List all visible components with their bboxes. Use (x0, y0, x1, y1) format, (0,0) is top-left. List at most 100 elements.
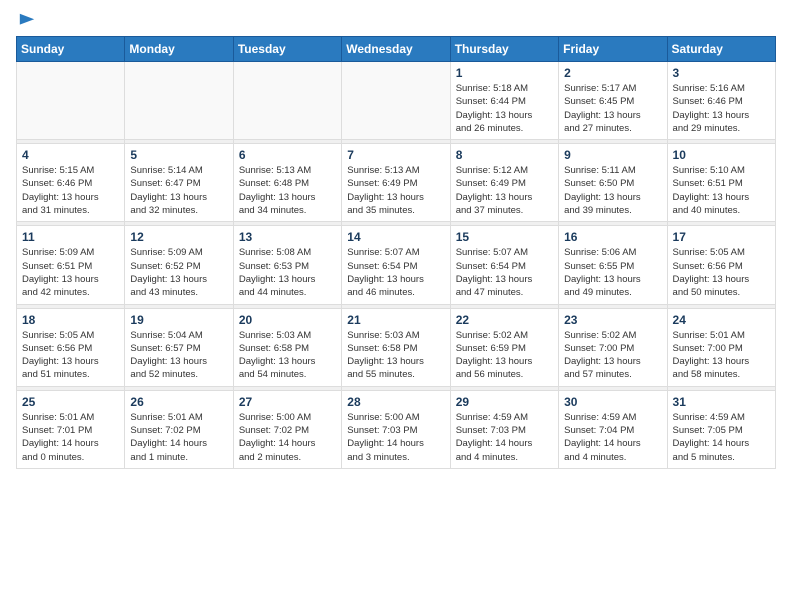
calendar-cell: 1Sunrise: 5:18 AM Sunset: 6:44 PM Daylig… (450, 62, 558, 140)
day-info: Sunrise: 5:05 AM Sunset: 6:56 PM Dayligh… (673, 246, 770, 299)
day-info: Sunrise: 5:16 AM Sunset: 6:46 PM Dayligh… (673, 82, 770, 135)
weekday-header: Wednesday (342, 37, 450, 62)
day-info: Sunrise: 4:59 AM Sunset: 7:03 PM Dayligh… (456, 411, 553, 464)
calendar-cell: 9Sunrise: 5:11 AM Sunset: 6:50 PM Daylig… (559, 144, 667, 222)
weekday-header-row: SundayMondayTuesdayWednesdayThursdayFrid… (17, 37, 776, 62)
calendar-week-row: 4 Sunrise: 5:15 AM Sunset: 6:46 PM Daylig… (17, 144, 776, 222)
calendar-cell: 28 Sunrise: 5:00 AM Sunset: 7:03 PM Dayli… (342, 390, 450, 468)
day-info: Sunrise: 5:12 AM Sunset: 6:49 PM Dayligh… (456, 164, 553, 217)
day-number: 17 (673, 230, 770, 244)
calendar-cell: 8 Sunrise: 5:12 AM Sunset: 6:49 PM Daylig… (450, 144, 558, 222)
weekday-header: Saturday (667, 37, 775, 62)
day-number: 14 (347, 230, 444, 244)
calendar-cell: 25Sunrise: 5:01 AM Sunset: 7:01 PM Dayli… (17, 390, 125, 468)
weekday-header: Friday (559, 37, 667, 62)
calendar-cell: 20 Sunrise: 5:03 AM Sunset: 6:58 PM Dayli… (233, 308, 341, 386)
day-number: 23 (564, 313, 661, 327)
day-info: Sunrise: 5:01 AM Sunset: 7:02 PM Dayligh… (130, 411, 227, 464)
day-info: Sunrise: 5:03 AM Sunset: 6:58 PM Dayligh… (347, 329, 444, 382)
day-info: Sunrise: 5:04 AM Sunset: 6:57 PM Dayligh… (130, 329, 227, 382)
logo (16, 16, 36, 26)
calendar-cell: 7 Sunrise: 5:13 AM Sunset: 6:49 PM Daylig… (342, 144, 450, 222)
day-number: 7 (347, 148, 444, 162)
calendar-table: SundayMondayTuesdayWednesdayThursdayFrid… (16, 36, 776, 469)
day-info: Sunrise: 5:00 AM Sunset: 7:03 PM Dayligh… (347, 411, 444, 464)
day-number: 22 (456, 313, 553, 327)
day-number: 19 (130, 313, 227, 327)
calendar-cell: 11 Sunrise: 5:09 AM Sunset: 6:51 PM Dayli… (17, 226, 125, 304)
weekday-header: Monday (125, 37, 233, 62)
day-info: Sunrise: 5:03 AM Sunset: 6:58 PM Dayligh… (239, 329, 336, 382)
day-number: 28 (347, 395, 444, 409)
calendar-cell: 15 Sunrise: 5:07 AM Sunset: 6:54 PM Dayli… (450, 226, 558, 304)
calendar-cell: 18 Sunrise: 5:05 AM Sunset: 6:56 PM Dayli… (17, 308, 125, 386)
day-info: Sunrise: 5:08 AM Sunset: 6:53 PM Dayligh… (239, 246, 336, 299)
day-number: 21 (347, 313, 444, 327)
day-number: 6 (239, 148, 336, 162)
page-header (16, 16, 776, 26)
day-info: Sunrise: 4:59 AM Sunset: 7:05 PM Dayligh… (673, 411, 770, 464)
calendar-cell: 13 Sunrise: 5:08 AM Sunset: 6:53 PM Dayli… (233, 226, 341, 304)
day-info: Sunrise: 5:13 AM Sunset: 6:49 PM Dayligh… (347, 164, 444, 217)
calendar-cell: 2Sunrise: 5:17 AM Sunset: 6:45 PM Daylig… (559, 62, 667, 140)
calendar-cell: 19 Sunrise: 5:04 AM Sunset: 6:57 PM Dayli… (125, 308, 233, 386)
day-number: 16 (564, 230, 661, 244)
calendar-cell: 24Sunrise: 5:01 AM Sunset: 7:00 PM Dayli… (667, 308, 775, 386)
day-number: 11 (22, 230, 119, 244)
calendar-cell: 12Sunrise: 5:09 AM Sunset: 6:52 PM Dayli… (125, 226, 233, 304)
day-info: Sunrise: 5:10 AM Sunset: 6:51 PM Dayligh… (673, 164, 770, 217)
day-number: 4 (22, 148, 119, 162)
calendar-cell: 23 Sunrise: 5:02 AM Sunset: 7:00 PM Dayli… (559, 308, 667, 386)
weekday-header: Sunday (17, 37, 125, 62)
day-info: Sunrise: 4:59 AM Sunset: 7:04 PM Dayligh… (564, 411, 661, 464)
calendar-cell (125, 62, 233, 140)
day-number: 3 (673, 66, 770, 80)
calendar-cell: 14 Sunrise: 5:07 AM Sunset: 6:54 PM Dayli… (342, 226, 450, 304)
day-info: Sunrise: 5:05 AM Sunset: 6:56 PM Dayligh… (22, 329, 119, 382)
calendar-cell: 30 Sunrise: 4:59 AM Sunset: 7:04 PM Dayli… (559, 390, 667, 468)
calendar-cell (233, 62, 341, 140)
calendar-cell: 27 Sunrise: 5:00 AM Sunset: 7:02 PM Dayli… (233, 390, 341, 468)
day-number: 27 (239, 395, 336, 409)
weekday-header: Thursday (450, 37, 558, 62)
calendar-cell: 4 Sunrise: 5:15 AM Sunset: 6:46 PM Daylig… (17, 144, 125, 222)
calendar-cell: 31 Sunrise: 4:59 AM Sunset: 7:05 PM Dayli… (667, 390, 775, 468)
day-number: 12 (130, 230, 227, 244)
day-info: Sunrise: 5:17 AM Sunset: 6:45 PM Dayligh… (564, 82, 661, 135)
day-number: 18 (22, 313, 119, 327)
day-number: 8 (456, 148, 553, 162)
calendar-week-row: 11 Sunrise: 5:09 AM Sunset: 6:51 PM Dayli… (17, 226, 776, 304)
day-info: Sunrise: 5:09 AM Sunset: 6:51 PM Dayligh… (22, 246, 119, 299)
day-number: 31 (673, 395, 770, 409)
calendar-cell: 17 Sunrise: 5:05 AM Sunset: 6:56 PM Dayli… (667, 226, 775, 304)
day-number: 30 (564, 395, 661, 409)
day-info: Sunrise: 5:00 AM Sunset: 7:02 PM Dayligh… (239, 411, 336, 464)
calendar-cell: 10 Sunrise: 5:10 AM Sunset: 6:51 PM Dayli… (667, 144, 775, 222)
day-info: Sunrise: 5:14 AM Sunset: 6:47 PM Dayligh… (130, 164, 227, 217)
weekday-header: Tuesday (233, 37, 341, 62)
calendar-cell (342, 62, 450, 140)
calendar-cell (17, 62, 125, 140)
calendar-cell: 5Sunrise: 5:14 AM Sunset: 6:47 PM Daylig… (125, 144, 233, 222)
day-number: 10 (673, 148, 770, 162)
day-info: Sunrise: 5:18 AM Sunset: 6:44 PM Dayligh… (456, 82, 553, 135)
day-info: Sunrise: 5:13 AM Sunset: 6:48 PM Dayligh… (239, 164, 336, 217)
day-info: Sunrise: 5:07 AM Sunset: 6:54 PM Dayligh… (347, 246, 444, 299)
day-info: Sunrise: 5:11 AM Sunset: 6:50 PM Dayligh… (564, 164, 661, 217)
day-info: Sunrise: 5:15 AM Sunset: 6:46 PM Dayligh… (22, 164, 119, 217)
day-info: Sunrise: 5:07 AM Sunset: 6:54 PM Dayligh… (456, 246, 553, 299)
day-number: 15 (456, 230, 553, 244)
calendar-week-row: 25Sunrise: 5:01 AM Sunset: 7:01 PM Dayli… (17, 390, 776, 468)
day-number: 29 (456, 395, 553, 409)
day-number: 13 (239, 230, 336, 244)
day-number: 20 (239, 313, 336, 327)
calendar-cell: 29 Sunrise: 4:59 AM Sunset: 7:03 PM Dayli… (450, 390, 558, 468)
day-info: Sunrise: 5:06 AM Sunset: 6:55 PM Dayligh… (564, 246, 661, 299)
calendar-week-row: 1Sunrise: 5:18 AM Sunset: 6:44 PM Daylig… (17, 62, 776, 140)
calendar-cell: 3 Sunrise: 5:16 AM Sunset: 6:46 PM Daylig… (667, 62, 775, 140)
calendar-cell: 21 Sunrise: 5:03 AM Sunset: 6:58 PM Dayli… (342, 308, 450, 386)
calendar-cell: 16 Sunrise: 5:06 AM Sunset: 6:55 PM Dayli… (559, 226, 667, 304)
day-info: Sunrise: 5:02 AM Sunset: 7:00 PM Dayligh… (564, 329, 661, 382)
day-number: 26 (130, 395, 227, 409)
day-info: Sunrise: 5:01 AM Sunset: 7:00 PM Dayligh… (673, 329, 770, 382)
